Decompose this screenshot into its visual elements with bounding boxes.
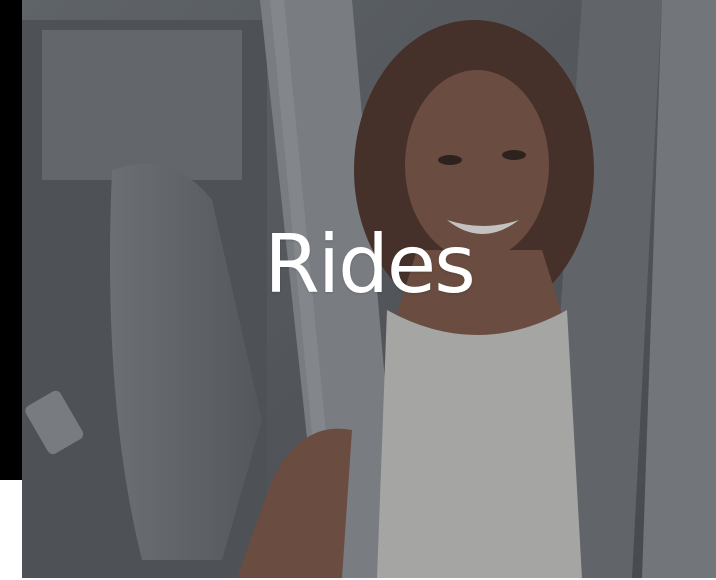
hero-title: Rides — [264, 218, 476, 311]
rides-hero-banner[interactable]: Rides — [22, 0, 716, 578]
page-edge-strip — [0, 0, 22, 480]
